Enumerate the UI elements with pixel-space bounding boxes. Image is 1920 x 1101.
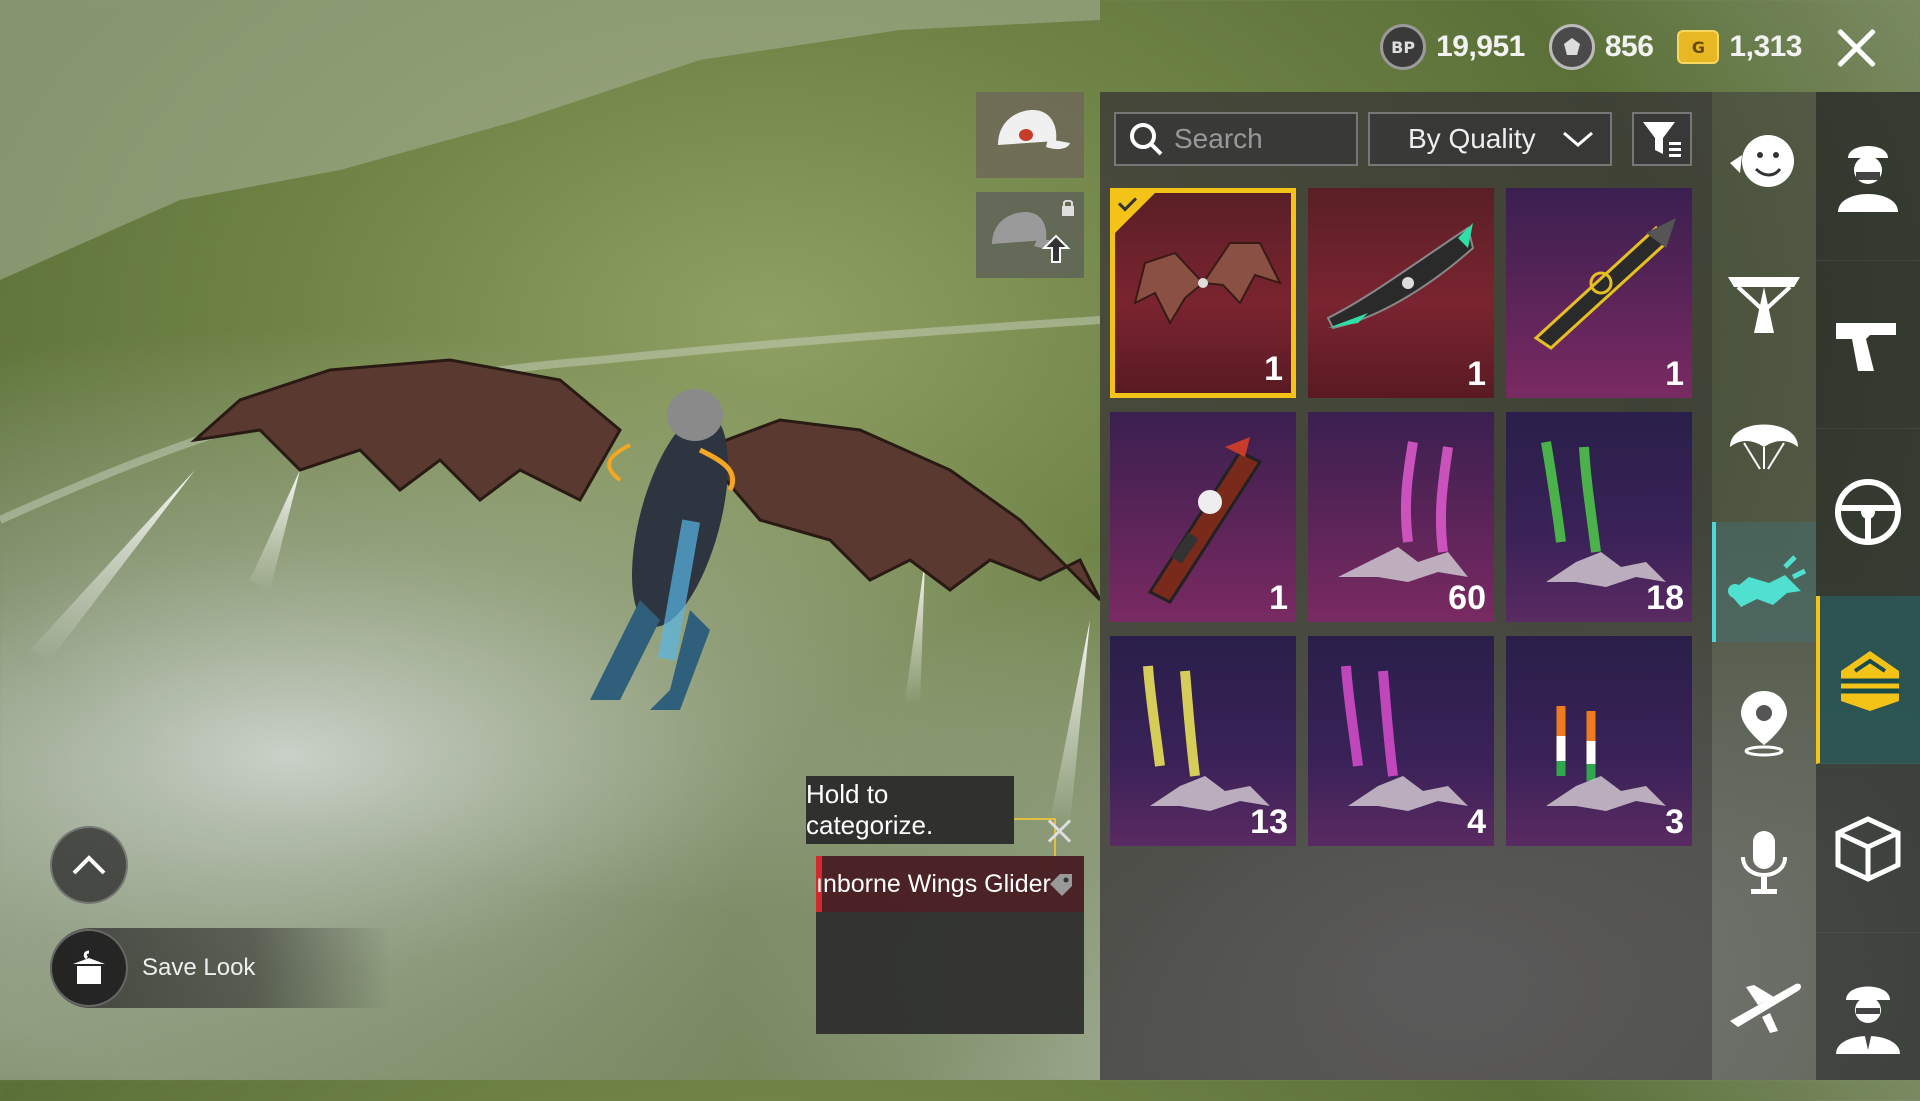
item-tile-tricolor-trail[interactable]: 3 [1506, 636, 1692, 846]
skydive-gear-icon [1841, 650, 1899, 711]
item-tile-golden-jet-glider[interactable]: 1 [1506, 188, 1692, 398]
item-tile-green-feather-glider[interactable]: 1 [1308, 188, 1494, 398]
category-emote[interactable] [1712, 102, 1816, 222]
item-count: 1 [1269, 579, 1288, 617]
filter-icon [1643, 122, 1681, 157]
save-look-icon-wrapper [50, 929, 128, 1007]
parachute-harness-icon [1728, 277, 1800, 333]
category-location[interactable] [1712, 662, 1816, 782]
pistol-icon [1836, 323, 1896, 371]
airplane-icon [1730, 983, 1801, 1033]
tooltip-text: Hold to categorize. [806, 779, 934, 840]
item-count: 13 [1250, 803, 1288, 841]
chevron-up-icon [72, 855, 106, 875]
equipped-check-icon [1115, 193, 1155, 233]
bp-amount: 19,951 [1436, 30, 1525, 63]
item-count: 1 [1467, 355, 1486, 393]
chevron-down-icon [1563, 131, 1593, 147]
save-look-button[interactable]: Save Look [50, 928, 390, 1008]
bp-coin-icon: BP [1380, 24, 1427, 70]
item-tile-pink-trail[interactable]: 60 [1308, 412, 1494, 622]
item-tile-bat-wings-glider[interactable]: 1 [1110, 188, 1296, 398]
filter-button[interactable] [1632, 112, 1692, 166]
search-input[interactable] [1172, 122, 1346, 156]
search-icon [1130, 123, 1163, 156]
currency-bar: BP 19,951 856 G 1,313 [1366, 22, 1880, 72]
parachute-icon [1730, 424, 1798, 470]
hat-upgrade-slot-button[interactable] [976, 192, 1084, 278]
subcategory-bar [1712, 92, 1816, 1080]
agent-icon [1836, 986, 1900, 1054]
item-tile-mech-glider[interactable]: 1 [1110, 412, 1296, 622]
item-count: 3 [1665, 803, 1684, 841]
hat-slot-button[interactable] [976, 92, 1084, 178]
close-button[interactable] [1832, 23, 1880, 71]
category-parachute-cord[interactable] [1712, 242, 1816, 362]
hanger-bag-icon [73, 950, 105, 984]
uc-coin-icon [1548, 24, 1595, 70]
item-count: 18 [1646, 579, 1684, 617]
category-voice[interactable] [1712, 802, 1816, 922]
category-companion[interactable] [1816, 932, 1920, 1101]
item-count: 1 [1665, 355, 1684, 393]
item-tile-green-trail[interactable]: 18 [1506, 412, 1692, 622]
g-coin-currency: G 1,313 [1677, 30, 1802, 64]
category-plane[interactable] [1712, 942, 1816, 1062]
search-box[interactable] [1114, 112, 1358, 166]
sort-dropdown[interactable]: By Quality [1368, 112, 1612, 166]
steering-wheel-icon [1835, 479, 1901, 545]
uc-amount: 856 [1604, 30, 1654, 63]
category-crate[interactable] [1816, 764, 1920, 933]
sort-selected-label: By Quality [1408, 123, 1536, 154]
locked-cap-upgrade-icon [992, 200, 1074, 263]
tag-icon[interactable] [1048, 872, 1074, 898]
save-look-label: Save Look [142, 954, 256, 981]
box-icon [1835, 816, 1901, 882]
selected-item-name-row[interactable]: ınborne Wings Glider [816, 856, 1084, 912]
item-count: 60 [1448, 579, 1486, 617]
item-count: 4 [1467, 803, 1486, 841]
uc-currency: 856 [1548, 24, 1654, 70]
categorize-tooltip: Hold to categorize. [806, 776, 1014, 844]
item-tile-yellow-trail[interactable]: 13 [1110, 636, 1296, 846]
item-count: 1 [1264, 350, 1283, 388]
category-parachute[interactable] [1712, 382, 1816, 502]
cap-icon [998, 110, 1070, 150]
microphone-icon [1741, 831, 1787, 894]
map-pin-icon [1741, 691, 1787, 757]
category-trail[interactable] [1712, 522, 1816, 642]
tooltip-close-icon[interactable] [1046, 816, 1074, 844]
expand-up-button[interactable] [50, 826, 128, 904]
category-skydive[interactable] [1816, 596, 1920, 764]
category-weapon[interactable] [1816, 260, 1920, 429]
bp-currency: BP 19,951 [1380, 24, 1525, 70]
skydiving-trail-icon [1728, 555, 1807, 607]
g-coin-amount: 1,313 [1729, 30, 1802, 63]
item-grid: 1 1 1 1 60 18 13 4 3 [1110, 188, 1700, 846]
inventory-panel: By Quality 1 [1100, 92, 1712, 1080]
g-coin-icon: G [1677, 30, 1720, 64]
selected-item-card: ınborne Wings Glider [816, 856, 1084, 1034]
selected-item-name: ınborne Wings Glider [816, 869, 1051, 898]
character-outfit-icon [1838, 146, 1898, 212]
emote-icon [1730, 135, 1794, 187]
main-category-bar [1816, 92, 1920, 1101]
category-vehicle[interactable] [1816, 428, 1920, 597]
item-tile-magenta-trail[interactable]: 4 [1308, 636, 1494, 846]
category-outfit[interactable] [1816, 92, 1920, 261]
